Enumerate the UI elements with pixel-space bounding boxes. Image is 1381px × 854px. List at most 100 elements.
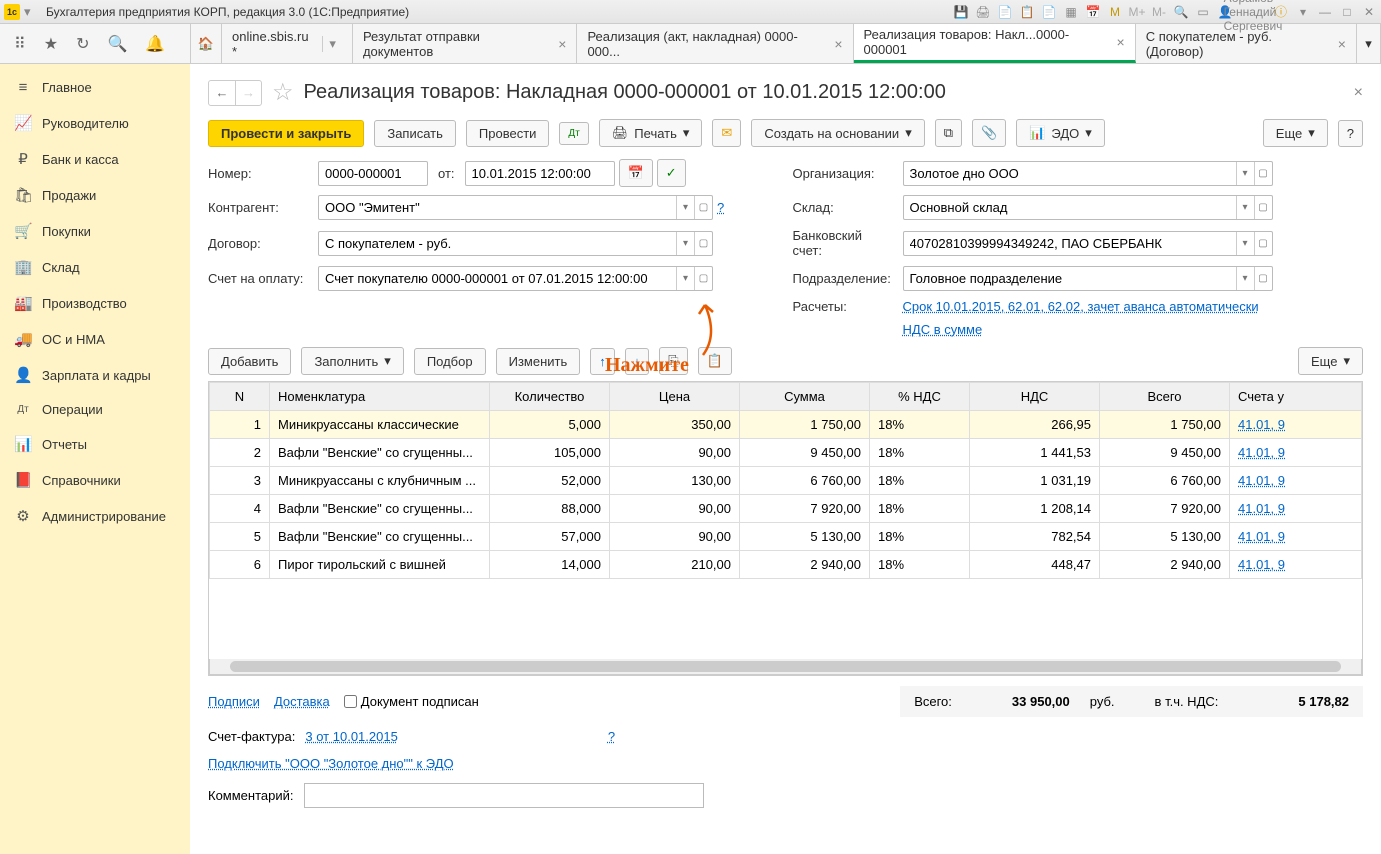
col-accounts[interactable]: Счета у <box>1230 383 1362 411</box>
tab-sbis[interactable]: online.sbis.ru *▾ <box>222 24 353 63</box>
col-total[interactable]: Всего <box>1100 383 1230 411</box>
info-dropdown-icon[interactable]: ▾ <box>1295 4 1311 20</box>
close-icon[interactable]: × <box>1117 34 1125 50</box>
post-and-close-button[interactable]: Провести и закрыть <box>208 120 364 147</box>
history-icon[interactable]: ↻ <box>76 34 89 54</box>
number-input[interactable] <box>318 161 428 186</box>
help-button[interactable]: ? <box>1338 120 1363 147</box>
search-icon[interactable]: 🔍 <box>107 34 127 54</box>
chevron-down-icon[interactable]: ▾ <box>676 196 694 219</box>
maximize-icon[interactable]: □ <box>1339 4 1355 20</box>
write-button[interactable]: Записать <box>374 120 456 147</box>
zoom-icon[interactable]: 🔍 <box>1173 4 1189 20</box>
copy-icon[interactable]: 📋 <box>1019 4 1035 20</box>
tab-realization-goods[interactable]: Реализация товаров: Накл...0000-000001× <box>854 24 1136 63</box>
info-icon[interactable]: ⓘ <box>1273 4 1289 20</box>
sidebar-item-sales[interactable]: 🛍Продажи <box>0 177 190 213</box>
tab-send-result[interactable]: Результат отправки документов× <box>353 24 577 63</box>
table-row[interactable]: 4Вафли "Венские" со сгущенны...88,00090,… <box>210 495 1362 523</box>
structure-button[interactable]: ⧉ <box>935 119 962 147</box>
m-plus-icon[interactable]: М+ <box>1129 4 1145 20</box>
chevron-down-icon[interactable]: ▾ <box>1236 196 1254 219</box>
col-price[interactable]: Цена <box>610 383 740 411</box>
email-button[interactable]: ✉ <box>712 119 741 147</box>
grid-icon[interactable]: ▦ <box>1063 4 1079 20</box>
col-vat-rate[interactable]: % НДС <box>870 383 970 411</box>
calc-link[interactable]: Срок 10.01.2015, 62.01, 62.02, зачет ава… <box>903 299 1259 314</box>
sidebar-item-warehouse[interactable]: 🏢Склад <box>0 249 190 285</box>
pick-button[interactable]: Подбор <box>414 348 486 375</box>
sidebar-item-salary[interactable]: 👤Зарплата и кадры <box>0 357 190 393</box>
debit-credit-button[interactable]: Дт <box>559 122 588 145</box>
change-button[interactable]: Изменить <box>496 348 581 375</box>
user-name[interactable]: Абрамов Геннадий Сергеевич <box>1245 4 1261 20</box>
app-menu-dropdown-icon[interactable]: ▾ <box>24 4 40 20</box>
posted-button[interactable]: ✓ <box>657 159 686 187</box>
post-button[interactable]: Провести <box>466 120 550 147</box>
tab-contract[interactable]: С покупателем - руб. (Договор)× <box>1136 24 1357 63</box>
bank-input[interactable] <box>904 232 1236 255</box>
minimize-icon[interactable]: — <box>1317 4 1333 20</box>
edo-button[interactable]: 📊ЭДО▾ <box>1016 119 1105 147</box>
sidebar-item-admin[interactable]: ⚙Администрирование <box>0 498 190 534</box>
sidebar-item-manager[interactable]: 📈Руководителю <box>0 105 190 141</box>
counterparty-input[interactable] <box>319 196 676 219</box>
open-icon[interactable]: ▢ <box>1254 196 1272 219</box>
create-based-button[interactable]: Создать на основании▾ <box>751 119 924 147</box>
col-qty[interactable]: Количество <box>490 383 610 411</box>
sf-link[interactable]: 3 от 10.01.2015 <box>305 729 397 744</box>
chevron-down-icon[interactable]: ▾ <box>1236 267 1254 290</box>
panel-icon[interactable]: ▭ <box>1195 4 1211 20</box>
sidebar-item-production[interactable]: 🏭Производство <box>0 285 190 321</box>
attach-button[interactable]: 📎 <box>972 119 1006 147</box>
chevron-down-icon[interactable]: ▾ <box>1236 232 1254 255</box>
open-icon[interactable]: ▢ <box>1254 162 1272 185</box>
open-icon[interactable]: ▢ <box>1254 232 1272 255</box>
signatures-link[interactable]: Подписи <box>208 694 260 709</box>
table-row[interactable]: 6Пирог тирольский с вишней14,000210,002 … <box>210 551 1362 579</box>
open-icon[interactable]: ▢ <box>694 196 712 219</box>
calendar-icon[interactable]: 📅 <box>1085 4 1101 20</box>
close-window-icon[interactable]: ✕ <box>1361 4 1377 20</box>
edo-connect-link[interactable]: Подключить "ООО "Золотое дно"" к ЭДО <box>208 756 454 771</box>
vat-link[interactable]: НДС в сумме <box>903 322 983 337</box>
table-more-button[interactable]: Еще▾ <box>1298 347 1363 375</box>
sidebar-item-bank[interactable]: ₽Банк и касса <box>0 141 190 177</box>
chevron-down-icon[interactable]: ▾ <box>676 232 694 255</box>
comment-input[interactable] <box>304 783 704 808</box>
m-minus-icon[interactable]: М- <box>1151 4 1167 20</box>
print-button[interactable]: 🖨Печать▾ <box>599 119 703 147</box>
star-icon[interactable]: ☆ <box>272 78 294 107</box>
warehouse-input[interactable] <box>904 196 1236 219</box>
col-vat[interactable]: НДС <box>970 383 1100 411</box>
sidebar-item-references[interactable]: 📕Справочники <box>0 462 190 498</box>
date-input[interactable] <box>465 161 615 186</box>
sheet-icon[interactable]: 📄 <box>1041 4 1057 20</box>
doc-signed-checkbox[interactable]: Документ подписан <box>344 694 479 709</box>
tab-realization-act[interactable]: Реализация (акт, накладная) 0000-000...× <box>577 24 853 63</box>
sidebar-item-main[interactable]: ≡Главное <box>0 70 190 105</box>
close-icon[interactable]: × <box>558 36 566 52</box>
m-icon[interactable]: М <box>1107 4 1123 20</box>
chevron-down-icon[interactable]: ▾ <box>1236 162 1254 185</box>
division-input[interactable] <box>904 267 1236 290</box>
tabs-overflow[interactable]: ▾ <box>1357 24 1381 63</box>
bell-icon[interactable]: 🔔 <box>145 34 165 54</box>
col-name[interactable]: Номенклатура <box>270 383 490 411</box>
sidebar-item-assets[interactable]: 🚚ОС и НМА <box>0 321 190 357</box>
horizontal-scrollbar[interactable] <box>209 659 1362 675</box>
close-page-icon[interactable]: × <box>1354 84 1363 102</box>
open-icon[interactable]: ▢ <box>1254 267 1272 290</box>
contract-input[interactable] <box>319 232 676 255</box>
favorite-icon[interactable]: ★ <box>44 34 58 54</box>
close-icon[interactable]: × <box>1338 36 1346 52</box>
chevron-down-icon[interactable]: ▾ <box>676 267 694 290</box>
more-button[interactable]: Еще▾ <box>1263 119 1328 147</box>
home-tab[interactable]: 🏠 <box>190 24 222 63</box>
fill-button[interactable]: Заполнить▾ <box>301 347 403 375</box>
open-icon[interactable]: ▢ <box>694 232 712 255</box>
print-icon[interactable]: 🖨 <box>975 4 991 20</box>
table-row[interactable]: 3Миникруассаны с клубничным ...52,000130… <box>210 467 1362 495</box>
invoice-input[interactable] <box>319 267 676 290</box>
delivery-link[interactable]: Доставка <box>274 694 330 709</box>
